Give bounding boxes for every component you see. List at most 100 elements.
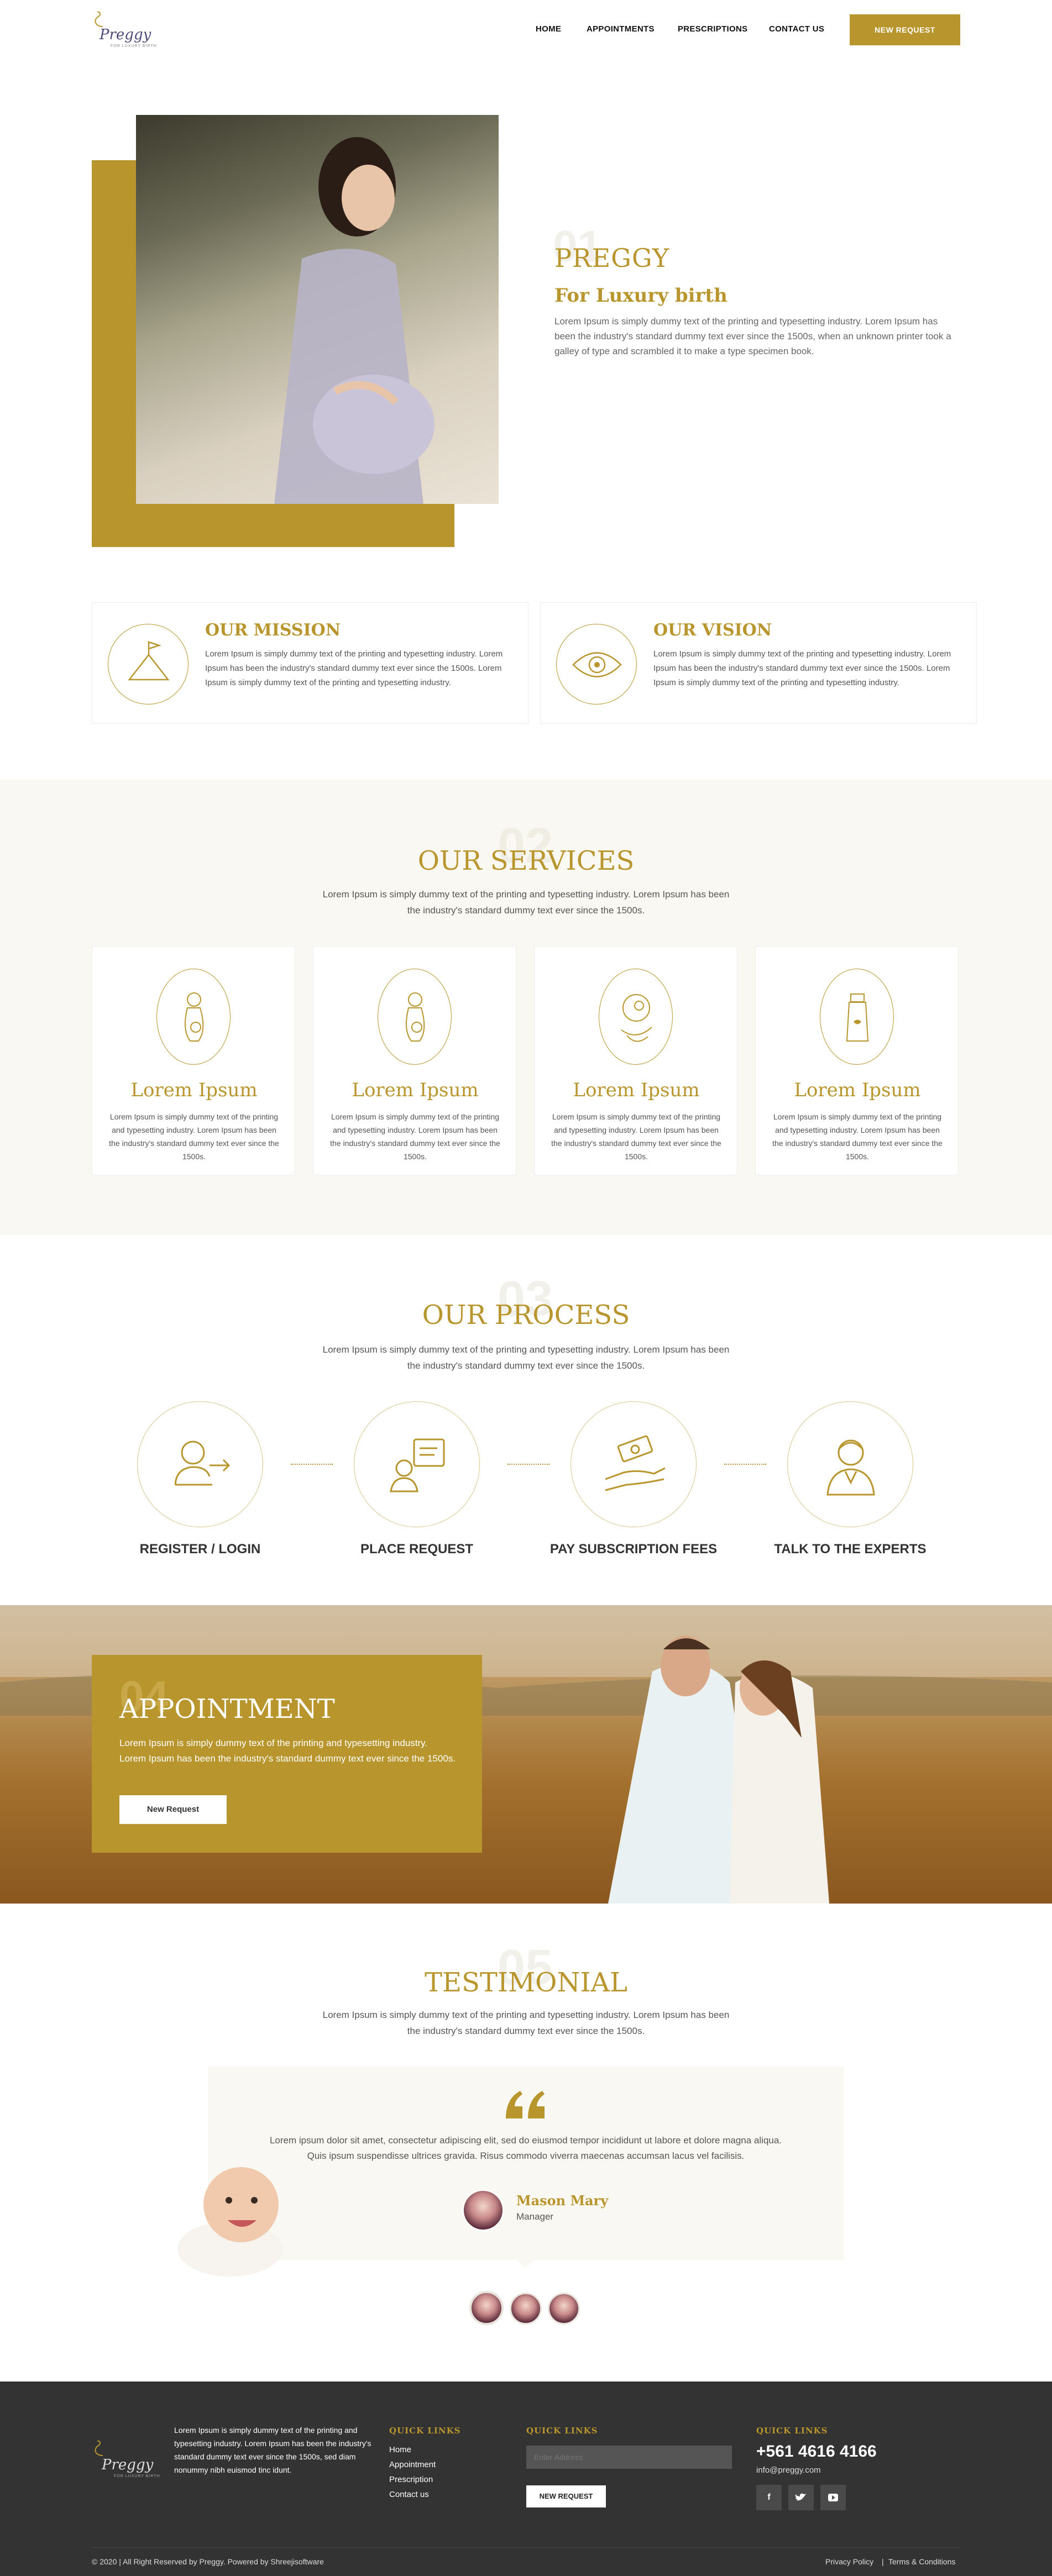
- footer-contact-title: QUICK LINKS: [756, 2426, 828, 2436]
- user-login-icon: [174, 1441, 231, 1486]
- process-step-label: REGISTER / LOGIN: [139, 1542, 261, 1557]
- facebook-icon[interactable]: f: [756, 2485, 782, 2510]
- dotted-arrow: [291, 1464, 333, 1465]
- service-icon-oval: [378, 969, 452, 1065]
- footer-new-request-button[interactable]: NEW REQUEST: [526, 2485, 606, 2507]
- mission-card: OUR MISSION Lorem Ipsum is simply dummy …: [92, 602, 528, 724]
- service-text: Lorem Ipsum is simply dummy text of the …: [551, 1112, 721, 1161]
- mission-text: Lorem Ipsum is simply dummy text of the …: [205, 649, 503, 687]
- twitter-icon[interactable]: [788, 2485, 814, 2510]
- hero-subtitle: For Luxury birth: [554, 285, 727, 307]
- pregnancy-icon: [406, 992, 425, 1042]
- pregnant-woman-illustration: [274, 137, 435, 504]
- testimonial-role: Manager: [516, 2211, 554, 2222]
- logo-tagline: FOR LUXURY BIRTH: [111, 44, 157, 48]
- process-step-circle: [137, 1401, 263, 1527]
- service-text: Lorem Ipsum is simply dummy text of the …: [330, 1112, 500, 1161]
- nav-contact[interactable]: CONTACT US: [769, 24, 824, 34]
- youtube-icon[interactable]: [820, 2485, 846, 2510]
- baby-bottle-icon: [846, 993, 869, 1042]
- footer-quick-links-title: QUICK LINKS: [389, 2426, 461, 2436]
- speech-pointer: [517, 2260, 533, 2269]
- hero-image: [136, 115, 499, 504]
- appointment-text: Lorem Ipsum is simply dummy text of the …: [119, 1738, 456, 1764]
- site-footer: Preggy FOR LUXURY BIRTH Lorem Ipsum is s…: [0, 2382, 1052, 2576]
- dotted-arrow: [507, 1464, 549, 1465]
- footer-logo-tagline: FOR LUXURY BIRTH: [114, 2474, 160, 2478]
- testimonial-avatar: [462, 2189, 504, 2231]
- service-text: Lorem Ipsum is simply dummy text of the …: [772, 1112, 943, 1161]
- service-title: Lorem Ipsum: [794, 1079, 921, 1101]
- site-logo[interactable]: Preggy FOR LUXURY BIRTH: [92, 10, 158, 49]
- vision-text: Lorem Ipsum is simply dummy text of the …: [653, 649, 951, 687]
- services-title: OUR SERVICES: [417, 845, 635, 876]
- footer-logo[interactable]: Preggy FOR LUXURY BIRTH: [92, 2437, 164, 2481]
- process-step-circle: [354, 1401, 480, 1527]
- quote-icon: [506, 2091, 545, 2118]
- nav-home[interactable]: HOME: [536, 24, 561, 34]
- mountain-flag-icon: [128, 641, 170, 681]
- service-icon-oval: [156, 969, 231, 1065]
- footer-terms-link[interactable]: Terms & Conditions: [888, 2557, 955, 2566]
- footer-link-appointment[interactable]: Appointment: [389, 2460, 436, 2469]
- nav-prescriptions[interactable]: PRESCRIPTIONS: [678, 24, 747, 34]
- twitter-bird-glyph: [795, 2493, 806, 2501]
- footer-privacy-link[interactable]: Privacy Policy: [825, 2557, 873, 2566]
- footer-logo-text: Preggy: [102, 2457, 154, 2473]
- testimonial-desc: Lorem Ipsum is simply dummy text of the …: [322, 2010, 730, 2036]
- dotted-arrow: [724, 1464, 766, 1465]
- footer-about: Lorem Ipsum is simply dummy text of the …: [174, 2426, 371, 2474]
- service-card[interactable]: Lorem Ipsum Lorem Ipsum is simply dummy …: [92, 946, 295, 1175]
- site-header: Preggy FOR LUXURY BIRTH HOME APPOINTMENT…: [0, 0, 1052, 55]
- eye-icon: [572, 652, 622, 677]
- service-title: Lorem Ipsum: [573, 1079, 700, 1101]
- testimonial-dot-avatar[interactable]: [510, 2293, 542, 2325]
- service-card[interactable]: Lorem Ipsum Lorem Ipsum is simply dummy …: [755, 946, 959, 1175]
- footer-copyright: © 2020 | All Right Reserved by Preggy. P…: [92, 2557, 324, 2566]
- footer-newsletter-title: QUICK LINKS: [526, 2426, 598, 2436]
- footer-separator: |: [882, 2557, 884, 2566]
- pregnancy-icon: [185, 992, 204, 1042]
- footer-link-home[interactable]: Home: [389, 2445, 411, 2454]
- money-hand-icon: [605, 1435, 666, 1491]
- youtube-play-glyph: [828, 2494, 838, 2501]
- footer-phone[interactable]: +561 4616 4166: [756, 2442, 877, 2461]
- logo-text: Preggy: [100, 27, 151, 43]
- service-card[interactable]: Lorem Ipsum Lorem Ipsum is simply dummy …: [534, 946, 737, 1175]
- service-title: Lorem Ipsum: [130, 1079, 258, 1101]
- new-request-button[interactable]: NEW REQUEST: [850, 14, 960, 45]
- footer-address-input[interactable]: [526, 2446, 732, 2469]
- chat-request-icon: [390, 1438, 445, 1492]
- testimonial-quote: Lorem ipsum dolor sit amet, consectetur …: [269, 2135, 782, 2161]
- process-step-circle: [571, 1401, 697, 1527]
- process-step-label: PLACE REQUEST: [360, 1542, 474, 1557]
- hero-title: PREGGY: [554, 243, 670, 273]
- service-icon-oval: [820, 969, 894, 1065]
- nav-appointments[interactable]: APPOINTMENTS: [587, 24, 655, 34]
- process-desc: Lorem Ipsum is simply dummy text of the …: [322, 1344, 730, 1371]
- service-icon-oval: [599, 969, 673, 1065]
- footer-email[interactable]: info@preggy.com: [756, 2465, 821, 2475]
- appointment-title: APPOINTMENT: [119, 1694, 335, 1725]
- service-title: Lorem Ipsum: [352, 1079, 479, 1101]
- footer-link-prescription[interactable]: Prescription: [389, 2475, 433, 2484]
- mission-icon-circle: [108, 624, 189, 705]
- swan-icon: [95, 2440, 103, 2456]
- testimonial-dot-avatar[interactable]: [548, 2293, 580, 2325]
- process-step-circle: [787, 1401, 913, 1527]
- appointment-new-request-button[interactable]: New Request: [119, 1795, 227, 1824]
- testimonial-dot-avatar[interactable]: [469, 2291, 504, 2325]
- service-card[interactable]: Lorem Ipsum Lorem Ipsum is simply dummy …: [313, 946, 516, 1175]
- service-text: Lorem Ipsum is simply dummy text of the …: [109, 1112, 279, 1161]
- doctor-icon: [826, 1439, 875, 1496]
- footer-link-contact[interactable]: Contact us: [389, 2490, 429, 2499]
- process-title: OUR PROCESS: [422, 1300, 630, 1331]
- process-step-label: TALK TO THE EXPERTS: [774, 1542, 927, 1557]
- testimonial-title: TESTIMONIAL: [425, 1967, 627, 1998]
- baby-image: [175, 2155, 307, 2288]
- vision-card: OUR VISION Lorem Ipsum is simply dummy t…: [540, 602, 977, 724]
- baby-in-hand-icon: [621, 994, 652, 1042]
- baby-illustration: [177, 2167, 282, 2277]
- testimonial-name: Mason Mary: [516, 2193, 609, 2209]
- vision-title: OUR VISION: [653, 621, 772, 640]
